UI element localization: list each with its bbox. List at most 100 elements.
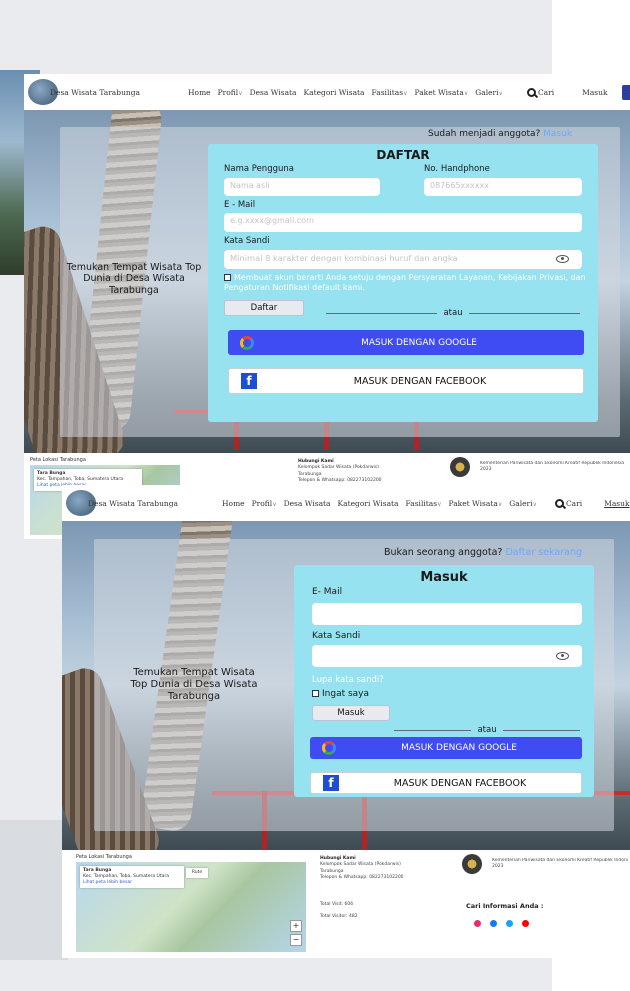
tagline: Temukan Tempat Wisata Top Dunia di Desa …	[130, 667, 258, 702]
ministry-name: Kementerian Pariwisata dan Ekonomi Kreat…	[492, 858, 628, 863]
contact-line: Telepon & Whatsapp: 082273102200	[320, 874, 404, 880]
phone-input[interactable]: 087665xxxxxx	[424, 178, 582, 196]
contact-line: Telepon & Whatsapp: 082273102200	[298, 477, 382, 483]
facebook-login-button[interactable]: f MASUK DENGAN FACEBOOK	[310, 772, 582, 794]
register-submit-button[interactable]: Daftar	[224, 300, 304, 316]
email-input[interactable]: e.g.xxxx@gmail.com	[224, 213, 582, 232]
username-label: Nama Pengguna	[224, 164, 294, 174]
nav-fasilitas[interactable]: Fasilitas∨	[406, 499, 442, 508]
form-title: DAFTAR	[376, 148, 430, 162]
facebook-login-button[interactable]: f MASUK DENGAN FACEBOOK	[228, 368, 584, 394]
nav-home[interactable]: Home	[188, 88, 211, 97]
hero-background: Temukan Tempat Wisata Top Dunia di Desa …	[62, 521, 630, 850]
divider-line	[326, 312, 438, 314]
nav-profil[interactable]: Profil∨	[218, 88, 243, 97]
register-form: DAFTAR Nama Pengguna Nama asli No. Handp…	[208, 144, 598, 422]
ministry-year: 2023	[492, 864, 504, 870]
map-place-card: Tara Bunga Kec. Tampahan, Toba, Sumatera…	[80, 866, 184, 888]
brand-name[interactable]: Desa Wisata Tarabunga	[50, 88, 140, 97]
youtube-icon[interactable]	[522, 920, 529, 927]
google-login-button[interactable]: MASUK DENGAN GOOGLE	[310, 737, 582, 759]
eye-icon[interactable]	[556, 652, 569, 660]
chevron-down-icon: ∨	[497, 500, 503, 508]
chevron-down-icon: ∨	[437, 500, 442, 508]
map-title: Peta Lokasi Tarabunga	[30, 457, 86, 463]
facebook-icon: f	[323, 775, 339, 791]
form-title: Masuk	[420, 570, 468, 585]
map-address: Kec. Tampahan, Toba, Sumatera Utara	[83, 873, 169, 879]
eye-icon[interactable]	[556, 255, 569, 263]
visit-stats: Total Visit: 606 Total Visitor: 482	[320, 902, 358, 921]
divider-atau: atau	[394, 725, 581, 735]
search-button[interactable]: Cari	[554, 498, 582, 508]
login-screenshot: Desa Wisata Tarabunga Home Profil∨ Desa …	[62, 485, 630, 958]
nav-register-button[interactable]: Daftar	[621, 84, 630, 100]
facebook-icon[interactable]	[490, 920, 497, 927]
nav-paket-wisata[interactable]: Paket Wisata∨	[414, 88, 468, 97]
password-label: Kata Sandi	[312, 631, 361, 641]
nav-kategori-wisata[interactable]: Kategori Wisata	[304, 88, 365, 97]
remember-me[interactable]: Ingat saya	[312, 689, 369, 699]
social-icons	[474, 920, 529, 927]
forgot-password-link[interactable]: Lupa kata sandi?	[312, 675, 384, 686]
nav-kategori-wisata[interactable]: Kategori Wisata	[338, 499, 399, 508]
nav-profil[interactable]: Profil∨	[252, 499, 277, 508]
nav-login-link[interactable]: Masuk	[582, 88, 607, 97]
facebook-icon: f	[241, 373, 257, 389]
brand-name[interactable]: Desa Wisata Tarabunga	[88, 499, 178, 508]
zoom-out-button[interactable]: −	[290, 934, 302, 946]
nav-home[interactable]: Home	[222, 499, 245, 508]
terms-checkbox[interactable]	[224, 274, 231, 281]
login-form: Masuk E- Mail Kata Sandi Lupa kata sandi…	[294, 565, 594, 797]
username-input[interactable]: Nama asli	[224, 178, 380, 196]
google-icon	[322, 741, 336, 755]
twitter-icon[interactable]	[506, 920, 513, 927]
map-title: Peta Lokasi Tarabunga	[76, 854, 132, 860]
chevron-down-icon: ∨	[238, 89, 243, 97]
ministry-emblem	[462, 854, 482, 874]
zoom-in-button[interactable]: +	[290, 920, 302, 932]
chevron-down-icon: ∨	[498, 89, 503, 97]
google-login-button[interactable]: MASUK DENGAN GOOGLE	[228, 330, 584, 355]
password-input[interactable]	[312, 645, 582, 667]
chevron-down-icon: ∨	[403, 89, 408, 97]
ministry-text: Kementerian Pariwisata dan Ekonomi Kreat…	[492, 858, 628, 871]
login-submit-button[interactable]: Masuk	[312, 705, 390, 721]
divider-line	[468, 312, 581, 314]
instagram-icon[interactable]	[474, 920, 481, 927]
divider-text: atau	[477, 725, 497, 735]
register-screenshot: Desa Wisata Tarabunga Home Profil∨ Desa …	[24, 74, 630, 539]
email-label: E - Mail	[224, 200, 256, 210]
nav-login-link[interactable]: Masuk	[604, 499, 629, 508]
ministry-year: 2023	[480, 467, 492, 473]
footer: Peta Lokasi Tarabunga Tara Bunga Kec. Ta…	[62, 850, 630, 958]
nav-menu: Home Profil∨ Desa Wisata Kategori Wisata…	[222, 499, 537, 508]
divider-line	[502, 729, 581, 731]
total-visitor: Total Visitor: 482	[320, 914, 358, 920]
terms-text: Membuat akun berarti Anda setuju dengan …	[224, 273, 586, 292]
chevron-down-icon: ∨	[463, 89, 469, 97]
password-input[interactable]: Minimal 8 karakter dengan kombinasi huru…	[224, 250, 582, 269]
remember-checkbox[interactable]	[312, 690, 319, 697]
password-label: Kata Sandi	[224, 236, 270, 246]
nav-desa-wisata[interactable]: Desa Wisata	[250, 88, 297, 97]
search-icon	[554, 498, 564, 508]
email-input[interactable]	[312, 603, 582, 625]
nav-fasilitas[interactable]: Fasilitas∨	[372, 88, 408, 97]
ministry-emblem	[450, 457, 470, 477]
route-button[interactable]: Rute	[186, 868, 208, 878]
divider-atau: atau	[326, 308, 581, 318]
register-link[interactable]: Daftar sekarang	[505, 547, 582, 558]
location-map[interactable]: Tara Bunga Kec. Tampahan, Toba, Sumatera…	[76, 862, 306, 952]
search-button[interactable]: Cari	[526, 87, 554, 97]
map-larger-link[interactable]: Lihat peta lebih besar	[83, 880, 181, 886]
nav-desa-wisata[interactable]: Desa Wisata	[284, 499, 331, 508]
nav-paket-wisata[interactable]: Paket Wisata∨	[448, 499, 502, 508]
chevron-down-icon: ∨	[532, 500, 537, 508]
background-block	[0, 820, 68, 960]
nav-galeri[interactable]: Galeri∨	[509, 499, 537, 508]
login-prompt: Sudah menjadi anggota? Masuk	[428, 129, 573, 139]
contact-info: Hubungi Kami Kelompok Sadar Wisata (Pokd…	[298, 459, 408, 484]
nav-galeri[interactable]: Galeri∨	[475, 88, 503, 97]
login-link[interactable]: Masuk	[543, 129, 572, 139]
